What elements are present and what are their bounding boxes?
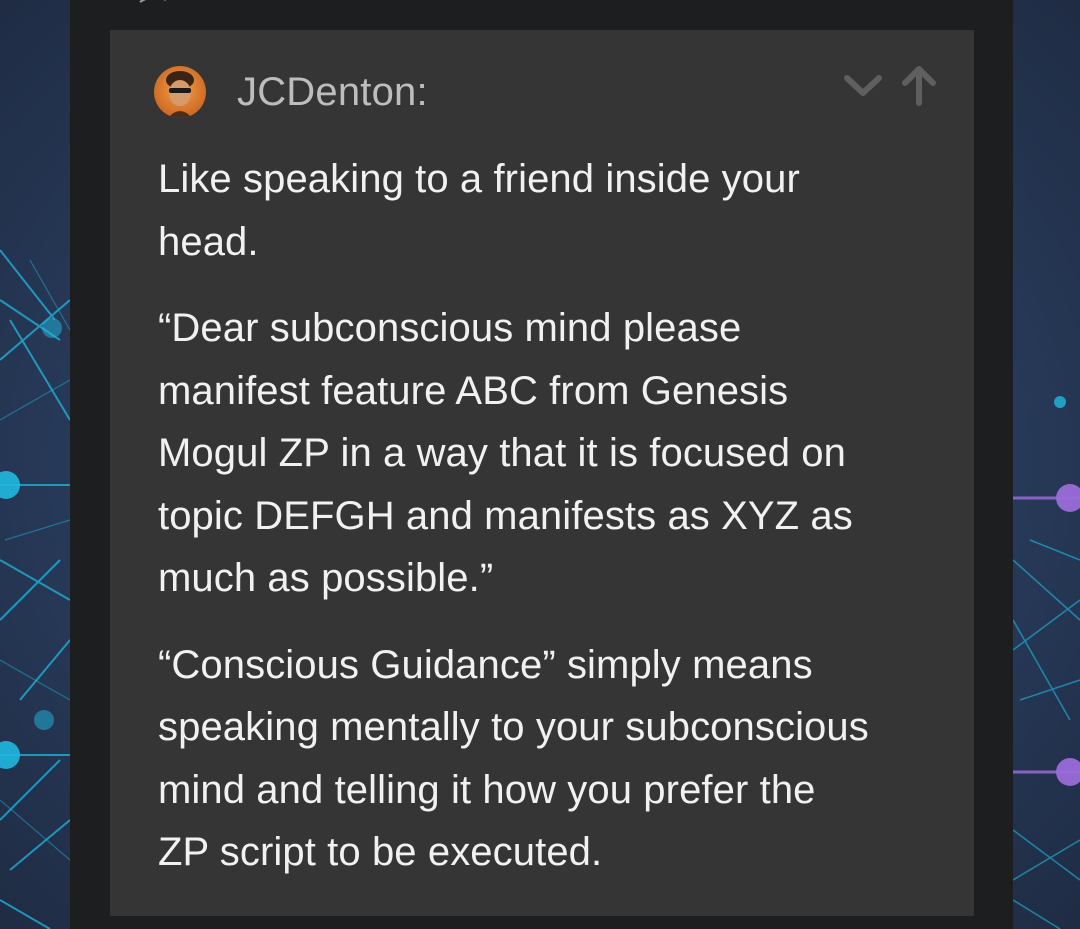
comment-header: JCDenton: (154, 66, 944, 118)
arrow-up-icon (902, 66, 936, 106)
comment-card: JCDenton: Like speaking to a friend insi… (110, 30, 974, 916)
comment-author[interactable]: JCDenton: (237, 70, 428, 114)
avatar-image (154, 66, 206, 118)
chevron-down-icon (844, 75, 882, 96)
comment-paragraph: “Dear subconscious mind please manifest … (158, 306, 853, 600)
vote-controls (840, 62, 944, 110)
comment-paragraph: Like speaking to a friend inside your he… (158, 157, 800, 264)
comment-paragraph: “Conscious Guidance” simply means speaki… (158, 642, 869, 875)
user-avatar[interactable] (154, 66, 206, 118)
upvote-button[interactable] (896, 62, 942, 108)
comment-body: Like speaking to a friend inside your he… (158, 148, 958, 908)
decorative-arc (139, 0, 166, 3)
downvote-button[interactable] (840, 62, 886, 108)
